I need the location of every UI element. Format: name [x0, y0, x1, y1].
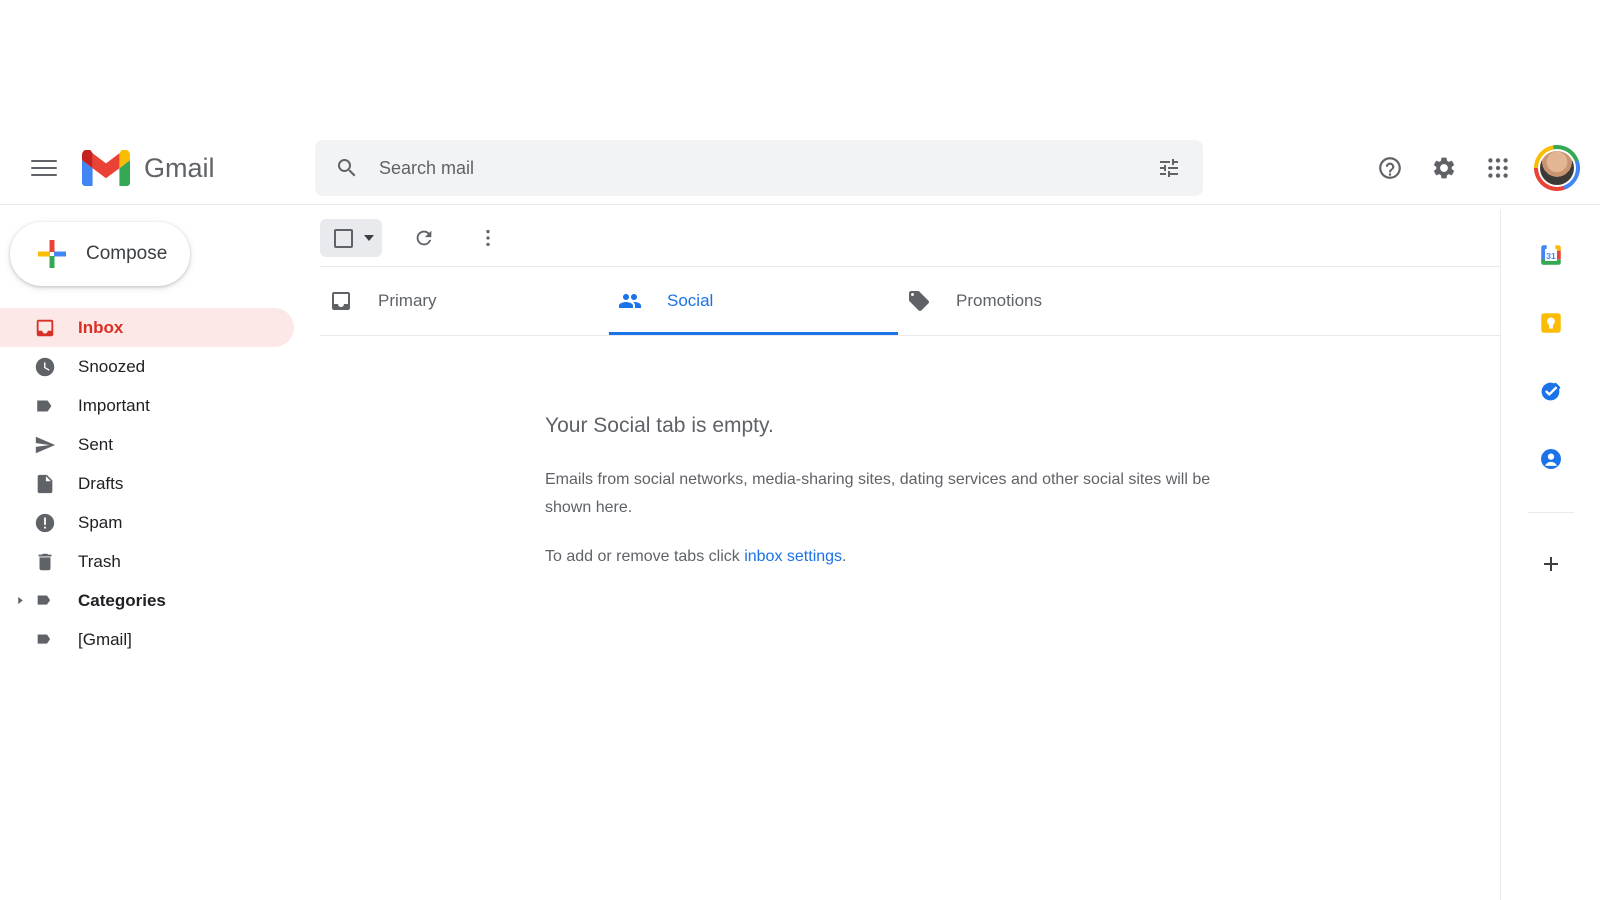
inbox-settings-link[interactable]: inbox settings: [744, 548, 842, 565]
sidebar-item-trash[interactable]: Trash: [0, 542, 294, 581]
sidebar-item-label: Sent: [78, 434, 113, 454]
trash-icon: [34, 551, 56, 573]
sidebar-item-label: Snoozed: [78, 356, 146, 376]
compose-label: Compose: [86, 243, 168, 264]
label-important-icon: [34, 395, 56, 417]
search-icon[interactable]: [323, 144, 371, 192]
empty-state: Your Social tab is empty. Emails from so…: [300, 336, 1500, 566]
main-content: Primary Social Promotions Your Social ta: [300, 210, 1500, 900]
header-actions: [1366, 140, 1582, 196]
tab-primary[interactable]: Primary: [320, 267, 609, 335]
hamburger-lines: [31, 155, 57, 181]
hamburger-menu-icon[interactable]: [20, 144, 68, 192]
sidebar-item-inbox[interactable]: Inbox: [0, 308, 294, 347]
apps-grid-icon[interactable]: [1474, 144, 1522, 192]
tune-filter-icon[interactable]: [1145, 144, 1193, 192]
avatar[interactable]: [1532, 143, 1582, 193]
help-icon[interactable]: [1366, 144, 1414, 192]
spam-icon: [34, 512, 56, 534]
google-contacts-icon[interactable]: [1528, 436, 1574, 482]
sidebar-item-label: Important: [78, 395, 150, 415]
empty-state-footer: To add or remove tabs click inbox settin…: [545, 548, 1500, 566]
sidebar-item-categories[interactable]: Categories: [0, 581, 294, 620]
sidebar-item-label: Inbox: [78, 317, 124, 337]
chevron-right-icon[interactable]: [14, 595, 26, 607]
inbox-tab-icon: [328, 288, 354, 314]
empty-state-body: Emails from social networks, media-shari…: [545, 471, 1211, 516]
tab-social[interactable]: Social: [609, 267, 898, 335]
sidebar-item-gmail-folder[interactable]: [Gmail]: [0, 620, 294, 659]
sidebar-item-drafts[interactable]: Drafts: [0, 464, 294, 503]
google-calendar-icon[interactable]: 31: [1528, 232, 1574, 278]
empty-state-footer-suffix: .: [842, 548, 847, 565]
sidebar-item-label: [Gmail]: [78, 629, 132, 649]
inbox-icon: [34, 317, 56, 339]
empty-state-title: Your Social tab is empty.: [545, 414, 774, 437]
inbox-tabs: Primary Social Promotions: [300, 267, 1500, 335]
google-tasks-icon[interactable]: [1528, 368, 1574, 414]
checkbox-icon[interactable]: [334, 228, 353, 248]
tab-label: Primary: [378, 291, 437, 310]
refresh-icon[interactable]: [402, 216, 446, 260]
sidebar: Compose Inbox Snoozed Important Sent Dra…: [0, 210, 300, 900]
chevron-down-icon[interactable]: [364, 235, 374, 241]
sidebar-item-spam[interactable]: Spam: [0, 503, 294, 542]
brand-name: Gmail: [144, 152, 215, 183]
tab-promotions[interactable]: Promotions: [898, 267, 1187, 335]
sidebar-item-important[interactable]: Important: [0, 386, 294, 425]
label-icon: [34, 629, 56, 651]
more-options-icon[interactable]: [466, 216, 510, 260]
search-input[interactable]: [379, 157, 1145, 179]
empty-state-footer-prefix: To add or remove tabs click: [545, 548, 745, 565]
tab-label: Promotions: [956, 291, 1042, 310]
header-divider: [0, 204, 1600, 205]
select-all-checkbox[interactable]: [320, 219, 382, 257]
label-icon: [34, 590, 56, 612]
avatar-photo: [1538, 149, 1576, 187]
draft-icon: [34, 473, 56, 495]
sidebar-item-label: Trash: [78, 551, 121, 571]
clock-icon: [34, 356, 56, 378]
tab-label: Social: [667, 291, 714, 310]
google-keep-icon[interactable]: [1528, 300, 1574, 346]
sidebar-item-label: Spam: [78, 512, 123, 532]
tag-icon: [906, 288, 932, 314]
add-icon[interactable]: [1528, 541, 1574, 587]
side-apps-panel: 31: [1500, 210, 1600, 900]
tab-underline: [609, 332, 898, 335]
avatar-ring: [1534, 145, 1580, 191]
compose-button[interactable]: Compose: [10, 222, 190, 286]
svg-text:31: 31: [1546, 251, 1556, 261]
sidebar-item-sent[interactable]: Sent: [0, 425, 294, 464]
people-icon: [617, 288, 643, 314]
gmail-app: Gmail Search mail Compose Inbox Snoozed …: [0, 0, 1600, 900]
send-icon: [34, 434, 56, 456]
sidebar-item-snoozed[interactable]: Snoozed: [0, 347, 294, 386]
sidebar-nav: Inbox Snoozed Important Sent Drafts Spam…: [0, 308, 300, 659]
brand[interactable]: Gmail: [82, 149, 215, 186]
sidebar-item-label: Drafts: [78, 473, 124, 493]
gmail-logo-icon: [82, 149, 130, 186]
sidebar-item-label: Categories: [78, 590, 166, 610]
plus-icon: [36, 238, 68, 270]
gear-icon[interactable]: [1420, 144, 1468, 192]
panel-divider: [1527, 512, 1574, 513]
app-header: Gmail: [0, 0, 1600, 205]
mail-toolbar: [300, 210, 1500, 266]
search-bar[interactable]: [315, 140, 1203, 196]
